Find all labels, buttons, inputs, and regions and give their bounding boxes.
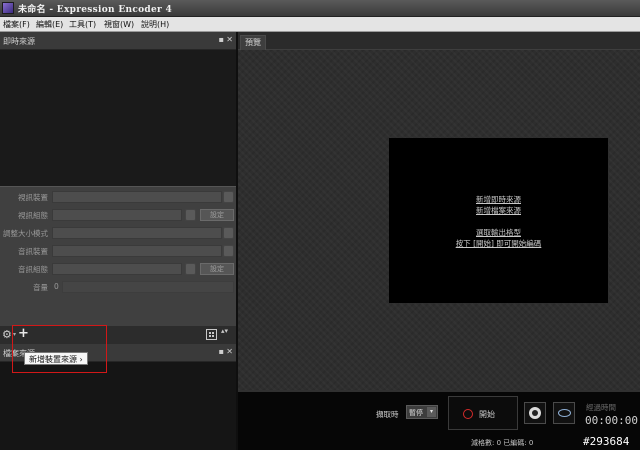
elapsed-time: 00:00:00: [585, 414, 638, 427]
annotation-highlight-box: [12, 325, 107, 373]
volume-label: 音量: [33, 283, 48, 292]
preview-tabbar: 預覽: [238, 32, 640, 50]
sort-icon[interactable]: ▴▾: [221, 328, 228, 335]
video-config-dropdown[interactable]: [185, 209, 196, 221]
source-properties: 視訊裝置 視訊組態 設定 調整大小模式 音訊裝置 音訊組態 設定 音量 0: [0, 186, 236, 326]
live-source-title: 即時來源: [3, 37, 35, 46]
video-device-dropdown[interactable]: [223, 191, 234, 203]
video-config-label: 視訊組態: [18, 211, 48, 220]
live-source-header: 即時來源 ▪ ✕: [0, 32, 236, 50]
menu-bar: 檔案(F) 編輯(E) 工具(T) 視窗(W) 說明(H): [0, 17, 640, 32]
window-title: 未命名 - Expression Encoder 4: [18, 5, 173, 15]
audio-device-dropdown[interactable]: [223, 245, 234, 257]
gear-icon[interactable]: ⚙: [2, 328, 12, 341]
video-config-set-button[interactable]: 設定: [200, 209, 234, 221]
start-button[interactable]: 開始: [448, 396, 518, 430]
watermark-id: #293684: [583, 435, 630, 448]
chevron-down-icon[interactable]: ▾: [427, 407, 436, 417]
close-icon[interactable]: ✕: [226, 35, 233, 44]
audio-config-label: 音訊組態: [18, 265, 48, 274]
preview-canvas: 新增即時來源 新增檔案來源 選取輸出格型 按下 [開始] 即可開始編碼: [389, 138, 608, 303]
audio-device-label: 音訊裝置: [18, 247, 48, 256]
elapsed-time-label: 經過時間: [586, 403, 616, 412]
app-icon: [2, 2, 14, 14]
select-output-format-link[interactable]: 選取輸出格型: [389, 227, 608, 238]
video-device-select[interactable]: [52, 191, 222, 203]
resize-mode-select[interactable]: [52, 227, 222, 239]
menu-tools[interactable]: 工具(T): [69, 19, 96, 30]
audio-config-set-button[interactable]: 設定: [200, 263, 234, 275]
file-source-list[interactable]: [0, 362, 236, 450]
row-resize-mode: 調整大小模式: [0, 225, 236, 241]
row-video-device: 視訊裝置: [0, 189, 236, 205]
record-mode-value: 暫停: [409, 409, 423, 417]
layout-grid-icon[interactable]: [206, 329, 217, 340]
start-label: 開始: [479, 410, 495, 419]
pin-icon[interactable]: ▪: [219, 347, 224, 356]
camera-icon: [529, 407, 541, 419]
menu-help[interactable]: 說明(H): [141, 19, 169, 30]
tab-preview[interactable]: 預覽: [240, 35, 266, 50]
audio-config-dropdown[interactable]: [185, 263, 196, 275]
video-device-label: 視訊裝置: [18, 193, 48, 202]
audio-device-select[interactable]: [52, 245, 222, 257]
left-pane: 即時來源 ▪ ✕ 視訊裝置 視訊組態 設定 調整大小模式 音訊裝置 音訊組態 設…: [0, 32, 236, 450]
preview-stage: 新增即時來源 新增檔案來源 選取輸出格型 按下 [開始] 即可開始編碼: [238, 50, 640, 390]
audio-config-select[interactable]: [52, 263, 182, 275]
row-audio-device: 音訊裝置: [0, 243, 236, 259]
record-mode-select[interactable]: 暫停 ▾: [406, 405, 438, 419]
resize-mode-label: 調整大小模式: [3, 229, 48, 238]
press-start-link[interactable]: 按下 [開始] 即可開始編碼: [389, 238, 608, 249]
menu-window[interactable]: 視窗(W): [104, 19, 134, 30]
menu-file[interactable]: 檔案(F): [3, 19, 30, 30]
right-pane: 預覽 新增即時來源 新增檔案來源 選取輸出格型 按下 [開始] 即可開始編碼 擷…: [238, 32, 640, 450]
pin-icon[interactable]: ▪: [219, 35, 224, 44]
row-volume: 音量 0: [0, 279, 236, 295]
row-audio-config: 音訊組態 設定: [0, 261, 236, 277]
preview-toggle-button[interactable]: [553, 402, 575, 424]
title-bar: 未命名 - Expression Encoder 4: [0, 0, 640, 17]
menu-edit[interactable]: 編輯(E): [36, 19, 63, 30]
live-source-list[interactable]: [0, 50, 236, 186]
add-file-source-link[interactable]: 新增檔案來源: [389, 205, 608, 216]
add-live-source-link[interactable]: 新增即時來源: [389, 194, 608, 205]
record-mode-label: 擷取時: [376, 410, 399, 419]
row-video-config: 視訊組態 設定: [0, 207, 236, 223]
resize-mode-dropdown[interactable]: [223, 227, 234, 239]
record-icon: [463, 409, 473, 419]
volume-value[interactable]: 0: [54, 282, 59, 291]
eye-icon: [558, 409, 571, 417]
close-icon[interactable]: ✕: [226, 347, 233, 356]
snapshot-button[interactable]: [524, 402, 546, 424]
encode-stats: 減格數: 0 已編碼: 0: [471, 439, 534, 447]
volume-slider[interactable]: [62, 281, 234, 293]
encode-controls: 擷取時 暫停 ▾ 開始 經過時間 00:00:00 減格數: 0 已編碼: 0 …: [238, 392, 640, 450]
video-config-select[interactable]: [52, 209, 182, 221]
